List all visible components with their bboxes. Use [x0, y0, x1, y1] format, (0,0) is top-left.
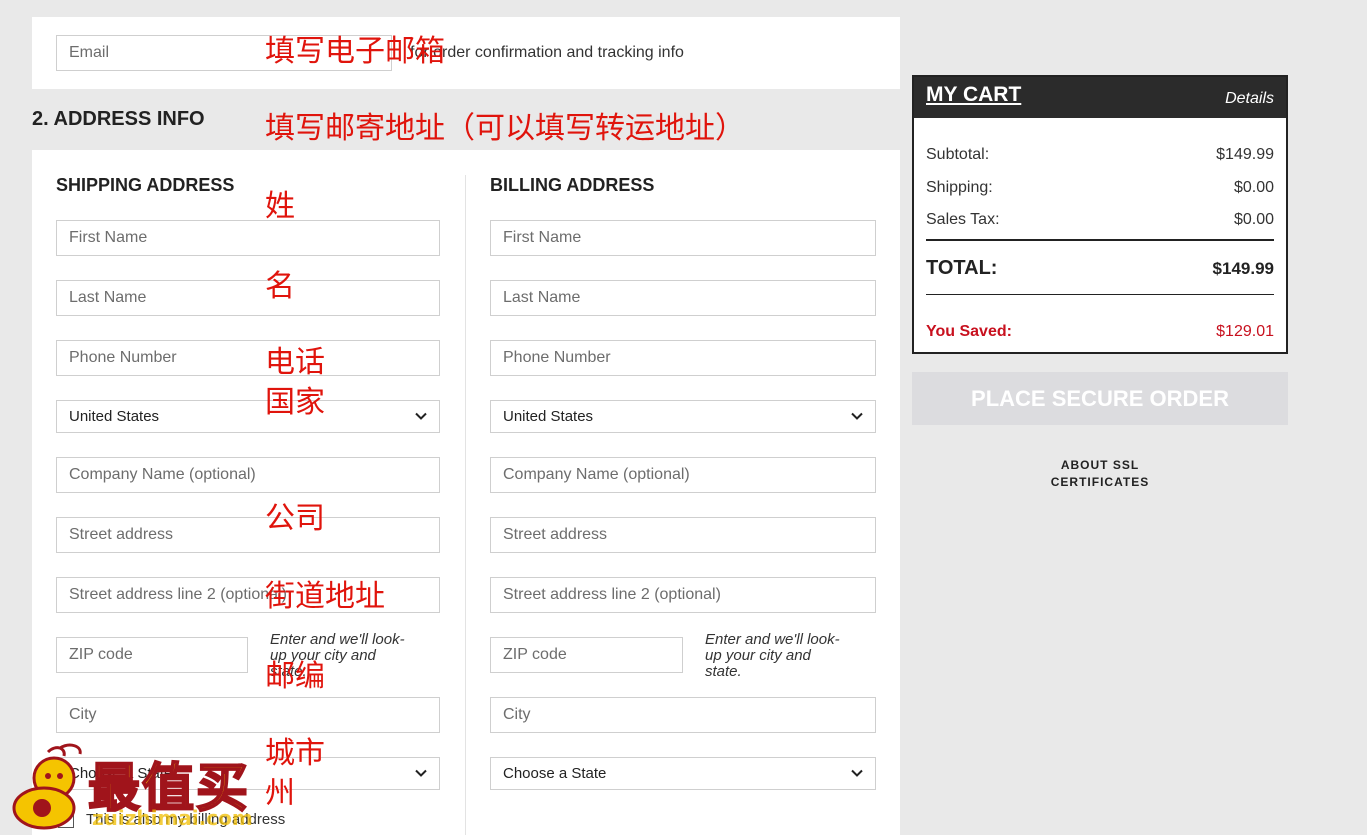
annotation-country: 国家	[265, 385, 325, 420]
watermark-url: zuizhimai.com	[92, 806, 253, 830]
annotation-given-name: 名	[265, 269, 295, 304]
shipping-phone-field[interactable]: Phone Number	[56, 340, 440, 376]
billing-state-select[interactable]: Choose a State	[490, 757, 876, 790]
shipping-first-name-field[interactable]: First Name	[56, 220, 440, 256]
billing-country-select[interactable]: United States	[490, 400, 876, 433]
about-ssl-link[interactable]: ABOUT SSL CERTIFICATES	[1020, 457, 1180, 491]
shipping-country-select[interactable]: United States	[56, 400, 440, 433]
cart-header: MY CART Details	[914, 77, 1286, 118]
billing-phone-field[interactable]: Phone Number	[490, 340, 876, 376]
shipping-city-field[interactable]: City	[56, 697, 440, 733]
billing-address-heading: BILLING ADDRESS	[490, 175, 655, 195]
shipping-zip-field[interactable]: ZIP code	[56, 637, 248, 673]
shipping-address-heading: SHIPPING ADDRESS	[56, 175, 235, 195]
subtotal-value: $149.99	[1216, 146, 1274, 163]
chevron-down-icon	[415, 410, 427, 422]
cart-total-row: TOTAL: $149.99	[926, 257, 1274, 280]
cart-details-link[interactable]: Details	[1225, 90, 1274, 108]
billing-zip-help: Enter and we'll look-up your city and st…	[705, 631, 840, 680]
total-label: TOTAL:	[926, 257, 998, 279]
annotation-address: 填写邮寄地址（可以填写转运地址）	[265, 111, 745, 146]
billing-city-field[interactable]: City	[490, 697, 876, 733]
cart-shipping-row: Shipping: $0.00	[926, 179, 1274, 197]
email-note: for order confirmation and tracking info	[410, 44, 684, 61]
shipping-country-value: United States	[69, 408, 160, 425]
chevron-down-icon	[851, 410, 863, 422]
annotation-phone: 电话	[265, 345, 325, 380]
saved-label: You Saved:	[926, 323, 1012, 340]
annotation-company: 公司	[265, 501, 325, 536]
shipping-label: Shipping:	[926, 179, 993, 196]
total-value: $149.99	[1212, 259, 1274, 278]
chevron-down-icon	[851, 767, 863, 779]
cart-subtotal-row: Subtotal: $149.99	[926, 146, 1274, 164]
place-secure-order-button[interactable]: PLACE SECURE ORDER	[912, 372, 1288, 425]
annotation-zip: 邮编	[265, 659, 325, 694]
watermark-logo: 最值买 zuizhimai.com	[8, 740, 308, 835]
tax-label: Sales Tax:	[926, 211, 1000, 228]
address-info-heading: 2. ADDRESS INFO	[32, 108, 205, 130]
billing-country-value: United States	[503, 408, 594, 425]
billing-street2-field[interactable]: Street address line 2 (optional)	[490, 577, 876, 613]
cart-tax-row: Sales Tax: $0.00	[926, 211, 1274, 229]
annotation-street: 街道地址	[265, 579, 385, 614]
shipping-last-name-field[interactable]: Last Name	[56, 280, 440, 316]
shipping-value: $0.00	[1233, 179, 1274, 196]
cart-divider	[926, 239, 1274, 241]
cart-saved-row: You Saved: $129.01	[926, 323, 1274, 341]
saved-value: $129.01	[1216, 323, 1274, 340]
billing-zip-field[interactable]: ZIP code	[490, 637, 683, 673]
cart-panel: MY CART Details Subtotal: $149.99 Shippi…	[912, 75, 1288, 354]
billing-state-value: Choose a State	[503, 765, 607, 782]
cart-divider	[926, 294, 1274, 295]
mascot-icon	[12, 743, 82, 830]
billing-street-field[interactable]: Street address	[490, 517, 876, 553]
billing-first-name-field[interactable]: First Name	[490, 220, 876, 256]
shipping-company-field[interactable]: Company Name (optional)	[56, 457, 440, 493]
billing-company-field[interactable]: Company Name (optional)	[490, 457, 876, 493]
annotation-email: 填写电子邮箱	[265, 34, 445, 69]
column-divider	[465, 175, 466, 835]
cart-title[interactable]: MY CART	[926, 83, 1021, 107]
billing-last-name-field[interactable]: Last Name	[490, 280, 876, 316]
chevron-down-icon	[415, 767, 427, 779]
tax-value: $0.00	[1233, 211, 1274, 228]
shipping-street-field[interactable]: Street address	[56, 517, 440, 553]
subtotal-label: Subtotal:	[926, 146, 990, 163]
annotation-surname: 姓	[265, 189, 295, 224]
